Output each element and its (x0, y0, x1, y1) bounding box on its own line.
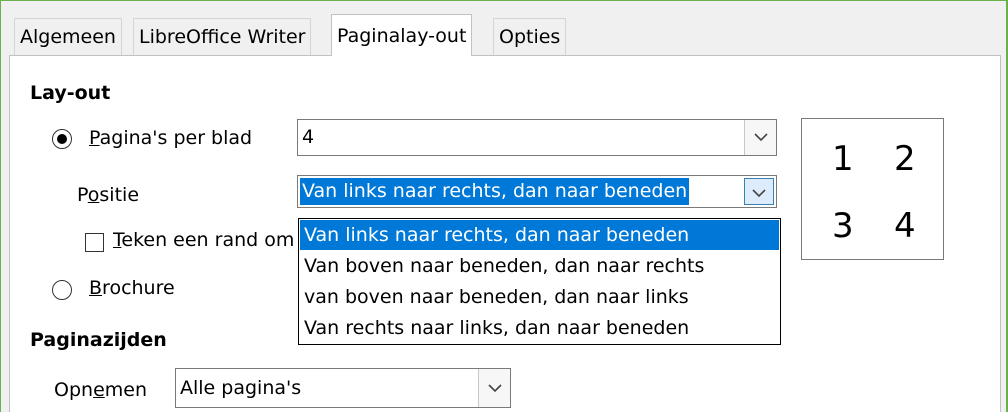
layout-section-title: Lay-out (30, 82, 111, 104)
chevron-down-icon (488, 384, 502, 393)
pages-per-sheet-select[interactable]: 4 (297, 119, 777, 156)
preview-page-number: 4 (894, 206, 916, 246)
preview-page-number: 3 (832, 206, 854, 246)
preview-page-number: 1 (832, 139, 854, 179)
draw-border-label[interactable]: Teken een rand om (113, 229, 298, 251)
position-select[interactable]: Van links naar rechts, dan naar beneden (297, 175, 777, 208)
position-option[interactable]: Van boven naar beneden, dan naar rechts (300, 251, 779, 281)
position-value: Van links naar rechts, dan naar beneden (300, 178, 690, 205)
pages-per-sheet-radio[interactable] (52, 129, 72, 149)
chevron-down-icon (754, 133, 768, 142)
position-dropdown-button[interactable] (744, 178, 774, 205)
position-option[interactable]: Van rechts naar links, dan naar beneden (300, 313, 779, 343)
include-pages-select[interactable]: Alle pagina's (175, 368, 511, 408)
pages-per-sheet-dropdown-button[interactable] (744, 120, 776, 155)
page-layout-preview: 1 2 3 4 (801, 118, 944, 260)
page-sides-section-title: Paginazijden (30, 329, 167, 351)
include-pages-value: Alle pagina's (180, 377, 302, 399)
chevron-down-icon (752, 189, 766, 198)
pages-per-sheet-value: 4 (302, 126, 315, 148)
tab-content: Lay-out Pagina's per blad 4 Positie Van … (0, 0, 1008, 412)
position-option[interactable]: van boven naar beneden, dan naar links (300, 282, 779, 312)
draw-border-checkbox[interactable] (85, 233, 104, 252)
include-pages-dropdown-button[interactable] (478, 369, 510, 407)
position-dropdown-list: Van links naar rechts, dan naar beneden … (298, 218, 781, 345)
brochure-label[interactable]: Brochure (89, 277, 175, 299)
position-option[interactable]: Van links naar rechts, dan naar beneden (300, 220, 779, 250)
brochure-radio[interactable] (52, 280, 72, 300)
preview-page-number: 2 (894, 139, 916, 179)
pages-per-sheet-label[interactable]: Pagina's per blad (89, 127, 252, 149)
position-label: Positie (77, 184, 140, 206)
include-label: Opnemen (54, 379, 148, 401)
